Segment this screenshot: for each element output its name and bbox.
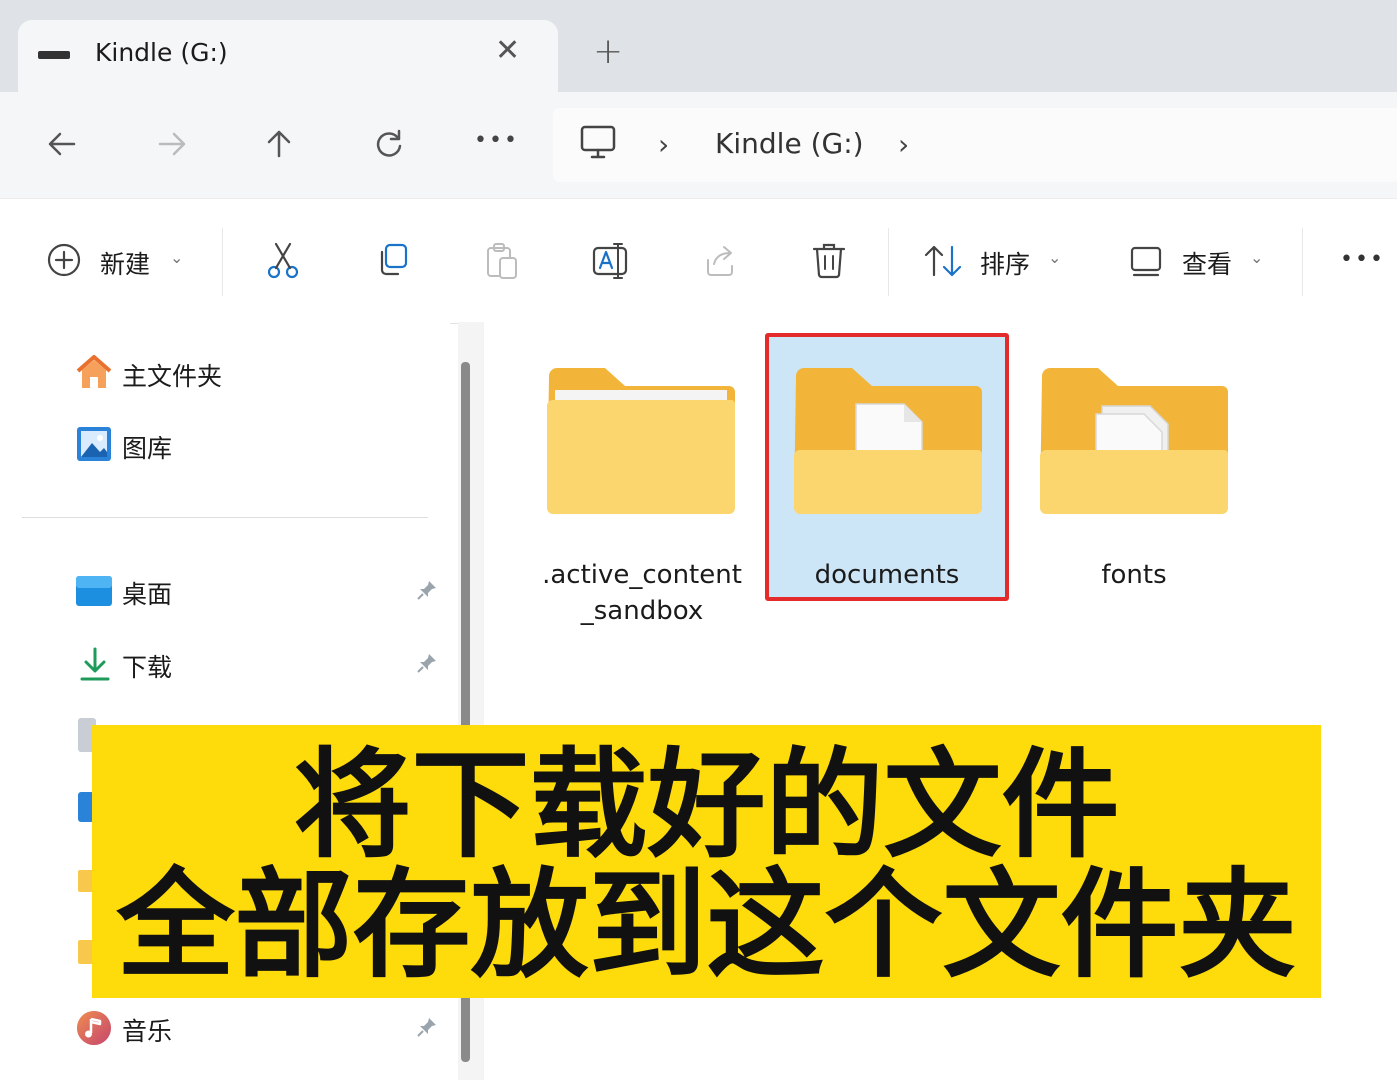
gallery-icon bbox=[76, 426, 112, 466]
pin-icon[interactable] bbox=[415, 1015, 439, 1044]
cut-button[interactable] bbox=[262, 240, 304, 282]
sidebar-item-desktop[interactable]: 桌面 bbox=[122, 575, 172, 611]
back-icon bbox=[48, 132, 76, 156]
pin-icon[interactable] bbox=[415, 651, 439, 680]
desktop-icon bbox=[76, 576, 112, 610]
sort-button-label[interactable]: 排序 bbox=[980, 245, 1030, 281]
up-icon bbox=[267, 130, 291, 158]
sidebar-item-gallery[interactable]: 图库 bbox=[122, 429, 172, 465]
folder-fonts[interactable] bbox=[1038, 366, 1230, 522]
folder-name[interactable]: .active_content bbox=[522, 557, 762, 593]
breadcrumb-separator[interactable]: › bbox=[898, 128, 909, 161]
view-button-label[interactable]: 查看 bbox=[1182, 245, 1232, 281]
refresh-button[interactable] bbox=[367, 122, 411, 166]
new-button-label[interactable]: 新建 bbox=[100, 245, 150, 281]
sidebar-item-downloads[interactable]: 下载 bbox=[122, 648, 172, 684]
home-icon bbox=[74, 353, 114, 395]
rename-icon bbox=[592, 243, 628, 279]
chevron-down-icon[interactable]: ⌄ bbox=[1250, 248, 1263, 267]
sidebar-item-home[interactable]: 主文件夹 bbox=[122, 357, 222, 393]
view-icon bbox=[1130, 246, 1162, 277]
more-nav-button[interactable]: ••• bbox=[474, 128, 519, 153]
delete-button[interactable] bbox=[808, 240, 850, 282]
pin-icon[interactable] bbox=[415, 578, 439, 607]
refresh-icon bbox=[376, 129, 402, 157]
up-button[interactable] bbox=[257, 122, 301, 166]
tab-close-button[interactable]: ✕ bbox=[495, 36, 520, 66]
folder-icon bbox=[547, 368, 735, 514]
banner-line-1: 将下载好的文件 bbox=[293, 736, 1120, 874]
sidebar-divider bbox=[22, 517, 428, 518]
share-icon bbox=[707, 246, 733, 276]
plus-circle-icon bbox=[47, 243, 81, 277]
back-button[interactable] bbox=[40, 122, 84, 166]
paste-icon bbox=[487, 243, 517, 279]
view-button[interactable] bbox=[1126, 240, 1168, 282]
forward-icon bbox=[158, 132, 186, 156]
share-button[interactable] bbox=[700, 240, 742, 282]
forward-button[interactable] bbox=[150, 122, 194, 166]
chevron-down-icon[interactable]: ⌄ bbox=[1048, 248, 1061, 267]
sidebar-item-music[interactable]: 音乐 bbox=[122, 1012, 172, 1048]
highlight-frame bbox=[765, 333, 1009, 601]
folder-name[interactable]: _sandbox bbox=[522, 593, 762, 629]
breadcrumb-location[interactable]: Kindle (G:) bbox=[715, 127, 864, 160]
music-icon bbox=[76, 1010, 112, 1050]
sort-button[interactable] bbox=[922, 240, 964, 282]
toolbar-divider bbox=[1302, 228, 1303, 296]
more-options-button[interactable]: ••• bbox=[1340, 247, 1385, 272]
sort-icon bbox=[924, 245, 962, 277]
new-tab-button[interactable]: + bbox=[593, 34, 623, 70]
folder-with-document-icon bbox=[1040, 368, 1228, 514]
banner-line-2: 全部存放到这个文件夹 bbox=[116, 856, 1297, 994]
rename-button[interactable] bbox=[590, 240, 632, 282]
breadcrumb-separator[interactable]: › bbox=[658, 128, 669, 161]
toolbar-divider bbox=[222, 228, 223, 296]
trash-icon bbox=[812, 243, 846, 279]
scissors-icon bbox=[267, 242, 299, 279]
address-bar[interactable] bbox=[553, 108, 1397, 182]
tab-title: Kindle (G:) bbox=[95, 38, 228, 67]
toolbar-divider bbox=[888, 228, 889, 296]
download-icon bbox=[78, 645, 112, 687]
folder-active-content-sandbox[interactable] bbox=[545, 366, 737, 522]
copy-icon bbox=[380, 243, 408, 276]
chevron-down-icon[interactable]: ⌄ bbox=[170, 248, 183, 267]
paste-button[interactable] bbox=[482, 240, 524, 282]
folder-name[interactable]: fonts bbox=[1014, 557, 1254, 593]
new-button[interactable] bbox=[44, 240, 86, 282]
copy-button[interactable] bbox=[372, 240, 414, 282]
drive-icon bbox=[38, 51, 70, 59]
this-pc-icon[interactable] bbox=[578, 124, 620, 168]
